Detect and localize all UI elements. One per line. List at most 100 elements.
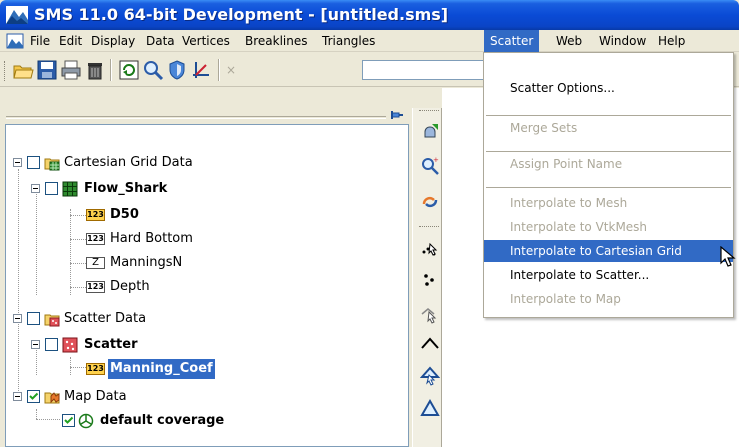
tool-palette: + <box>412 108 442 447</box>
shield-icon[interactable] <box>166 59 188 81</box>
menu-edit[interactable]: Edit <box>53 30 88 52</box>
menu-item-interpolate-to-mesh[interactable]: Interpolate to Mesh <box>484 192 733 214</box>
tree-item-map-data[interactable]: Map Data <box>6 387 406 407</box>
menu-separator <box>486 115 731 116</box>
menu-window[interactable]: Window <box>593 30 652 52</box>
dataset-123-icon: 123 <box>86 209 105 221</box>
project-explorer-header <box>0 88 409 124</box>
menu-display[interactable]: Display <box>85 30 141 52</box>
dataset-123-icon: 123 <box>86 233 105 245</box>
tree-item-label: Manning_Coef <box>108 359 215 379</box>
tree-item-label: ManningsN <box>110 255 183 270</box>
tree-item-label: default coverage <box>100 413 225 428</box>
tree-item-scatter[interactable]: Scatter <box>6 335 406 355</box>
zoom-icon[interactable] <box>142 59 164 81</box>
refresh-icon[interactable] <box>118 59 140 81</box>
menu-separator <box>486 151 731 152</box>
axis-tool-icon[interactable] <box>190 59 212 81</box>
menu-item-assign-point-name[interactable]: Assign Point Name <box>484 153 733 175</box>
palette-grip[interactable] <box>419 226 439 229</box>
tree-item-depth[interactable]: 123 Depth <box>6 277 406 297</box>
project-explorer-tree[interactable]: Cartesian Grid Data Flow_Shark 123 D50 1… <box>5 124 409 447</box>
panel-divider <box>6 116 386 119</box>
menu-vertices[interactable]: Vertices <box>176 30 236 52</box>
visibility-checkbox[interactable] <box>27 312 40 325</box>
create-points-icon[interactable] <box>420 270 440 290</box>
zoom-in-icon[interactable]: + <box>420 156 440 176</box>
menu-item-interpolate-to-scatter[interactable]: Interpolate to Scatter... <box>484 264 733 286</box>
trash-icon[interactable] <box>84 59 106 81</box>
menu-breaklines[interactable]: Breaklines <box>239 30 314 52</box>
sms-app-icon[interactable] <box>6 6 28 24</box>
menu-item-scatter-options[interactable]: Scatter Options... <box>484 77 733 99</box>
svg-text:+: + <box>433 156 439 164</box>
menu-item-interpolate-to-vtkmesh[interactable]: Interpolate to VtkMesh <box>484 216 733 238</box>
grid-folder-icon <box>44 158 60 171</box>
window-title: SMS 11.0 64-bit Development - [untitled.… <box>34 5 449 24</box>
open-folder-icon[interactable] <box>12 59 34 81</box>
rotate-icon[interactable] <box>420 192 440 212</box>
create-breakline-icon[interactable] <box>420 334 440 354</box>
tree-item-label: Hard Bottom <box>110 231 193 246</box>
menu-web[interactable]: Web <box>550 30 588 52</box>
dataset-z-icon: Z <box>86 257 105 269</box>
tree-item-manning-coef[interactable]: 123 Manning_Coef <box>6 359 406 379</box>
dataset-123-icon: 123 <box>86 363 105 375</box>
menu-separator <box>486 187 731 188</box>
document-icon[interactable] <box>6 33 24 49</box>
tree-item-label: Cartesian Grid Data <box>64 155 193 170</box>
menu-data[interactable]: Data <box>140 30 181 52</box>
dataset-123-icon: 123 <box>86 281 105 293</box>
tree-item-default-coverage[interactable]: default coverage <box>6 411 406 431</box>
checkmark-icon <box>64 416 74 424</box>
menu-triangles[interactable]: Triangles <box>316 30 381 52</box>
tree-item-label: Map Data <box>64 389 127 404</box>
scatter-set-icon <box>62 337 78 353</box>
toolbar-separator <box>218 59 220 81</box>
visibility-checkbox[interactable] <box>27 156 40 169</box>
create-triangle-icon[interactable] <box>420 398 440 418</box>
tree-item-d50[interactable]: 123 D50 <box>6 205 406 225</box>
select-triangle-icon[interactable] <box>420 366 440 386</box>
title-bar[interactable]: SMS 11.0 64-bit Development - [untitled.… <box>0 0 739 30</box>
tree-item-flow-shark[interactable]: Flow_Shark <box>6 179 406 199</box>
tree-item-scatter-data[interactable]: Scatter Data <box>6 309 406 329</box>
collapse-toggle[interactable] <box>31 184 40 193</box>
tree-item-label: Flow_Shark <box>84 181 168 196</box>
visibility-checkbox[interactable] <box>62 414 75 427</box>
tree-item-hard-bottom[interactable]: 123 Hard Bottom <box>6 229 406 249</box>
visibility-checkbox[interactable] <box>45 338 58 351</box>
menu-item-interpolate-to-cartesian-grid[interactable]: Interpolate to Cartesian Grid <box>484 240 733 262</box>
save-disk-icon[interactable] <box>36 59 58 81</box>
toolbar-grip[interactable] <box>4 61 7 81</box>
map-folder-icon <box>44 392 60 404</box>
scatter-folder-icon <box>44 314 60 327</box>
tree-item-label: D50 <box>110 207 139 222</box>
collapse-toggle[interactable] <box>13 314 22 323</box>
tree-item-manningsn[interactable]: Z ManningsN <box>6 253 406 273</box>
clear-x-icon[interactable]: × <box>226 63 236 77</box>
menu-bar: File Edit Display Data Vertices Breaklin… <box>0 30 739 52</box>
menu-scatter[interactable]: Scatter <box>484 30 540 52</box>
collapse-toggle[interactable] <box>13 392 22 401</box>
tree-item-cartesian-grid-data[interactable]: Cartesian Grid Data <box>6 153 406 173</box>
visibility-checkbox[interactable] <box>27 390 40 403</box>
menu-help[interactable]: Help <box>652 30 691 52</box>
print-icon[interactable] <box>60 59 82 81</box>
mouse-cursor-icon <box>720 246 736 267</box>
collapse-toggle[interactable] <box>13 158 22 167</box>
menu-item-interpolate-to-map[interactable]: Interpolate to Map <box>484 288 733 310</box>
toolbar-input-field[interactable] <box>362 60 492 80</box>
toolbar-separator <box>110 59 112 81</box>
palette-grip[interactable] <box>419 110 439 113</box>
select-vertex-icon[interactable] <box>420 304 440 324</box>
pin-icon[interactable] <box>390 110 404 122</box>
menu-item-merge-sets[interactable]: Merge Sets <box>484 117 733 139</box>
collapse-toggle[interactable] <box>31 340 40 349</box>
checkmark-icon <box>29 392 39 400</box>
visibility-checkbox[interactable] <box>45 182 58 195</box>
select-points-icon[interactable] <box>420 240 440 260</box>
pan-hand-icon[interactable] <box>420 122 440 142</box>
cartesian-grid-icon <box>62 181 78 197</box>
menu-file[interactable]: File <box>24 30 56 52</box>
